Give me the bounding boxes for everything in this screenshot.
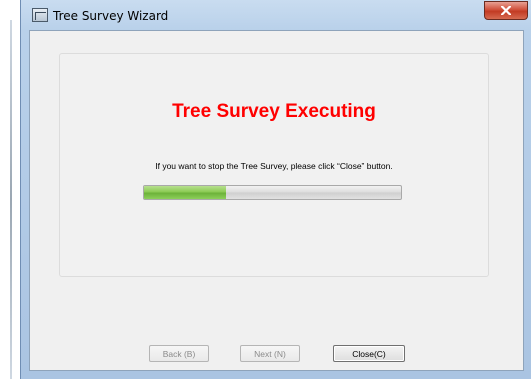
wizard-window: Tree Survey Wizard Tree Survey Executing…	[20, 0, 531, 379]
window-close-button[interactable]	[484, 1, 528, 20]
close-x-icon	[501, 6, 511, 15]
wizard-client-area: Tree Survey Executing If you want to sto…	[29, 30, 524, 371]
survey-progress-bar	[143, 185, 402, 200]
progress-fill	[144, 186, 227, 199]
next-button[interactable]: Next (N)	[240, 345, 300, 362]
status-heading: Tree Survey Executing	[172, 101, 376, 122]
stop-instruction-text: If you want to stop the Tree Survey, ple…	[155, 161, 393, 171]
window-title: Tree Survey Wizard	[53, 9, 169, 23]
back-button[interactable]: Back (B)	[149, 345, 209, 362]
status-panel: Tree Survey Executing If you want to sto…	[59, 53, 489, 277]
wizard-window-icon	[32, 8, 48, 22]
background-edge	[0, 0, 20, 379]
title-bar[interactable]: Tree Survey Wizard	[21, 0, 531, 30]
background-divider	[10, 20, 12, 379]
close-button[interactable]: Close(C)	[333, 345, 405, 362]
